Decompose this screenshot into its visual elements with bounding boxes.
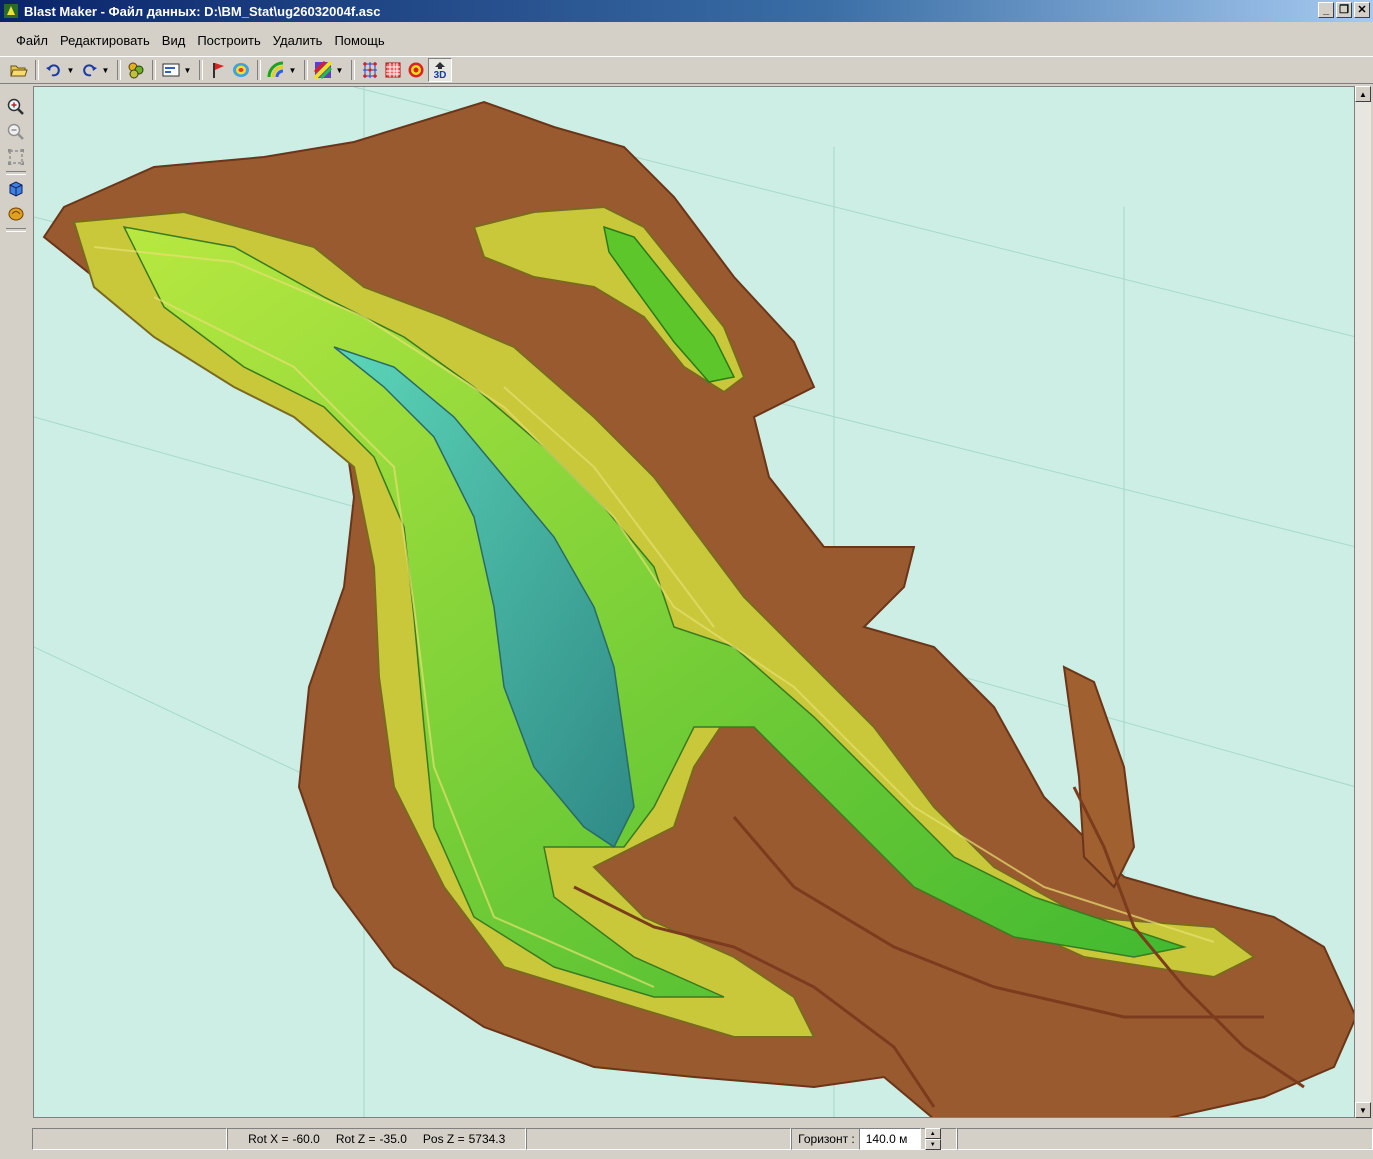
redo-icon — [83, 64, 97, 77]
status-rotation-panel: Rot X = -60.0 Rot Z = -35.0 Pos Z = 5734… — [227, 1128, 527, 1150]
terrain-model — [34, 87, 1354, 1117]
zoom-in-button[interactable] — [5, 96, 27, 118]
color-scheme-button[interactable] — [265, 59, 287, 81]
scroll-up-button[interactable]: ▲ — [1355, 86, 1371, 102]
window-title: Blast Maker - Файл данных: D:\BM_Stat\ug… — [24, 3, 381, 19]
grid-table-button[interactable] — [382, 59, 404, 81]
restore-icon: ❐ — [1339, 3, 1349, 16]
zoom-extent-button[interactable] — [5, 146, 27, 168]
toolbar-separator — [117, 60, 121, 80]
stepper-down-icon[interactable]: ▼ — [924, 1139, 941, 1150]
grid-table-icon — [385, 62, 401, 78]
minimize-icon: _ — [1322, 3, 1330, 16]
toolbar-separator — [35, 60, 39, 80]
status-panel-spacer — [526, 1128, 792, 1150]
horizon-input[interactable]: 140.0 м — [858, 1128, 921, 1150]
undo-button[interactable] — [43, 59, 65, 81]
minimize-button[interactable]: _ — [1318, 2, 1334, 18]
menu-edit[interactable]: Редактировать — [54, 30, 156, 51]
menu-delete[interactable]: Удалить — [267, 30, 329, 51]
view-3d-button[interactable]: 3D — [428, 58, 452, 82]
open-folder-icon — [10, 65, 28, 77]
menu-bar: Файл Редактировать Вид Построить Удалить… — [0, 28, 1373, 52]
side-toolbar-separator — [6, 171, 26, 175]
gradient-icon — [314, 61, 332, 79]
grid-points-icon — [363, 62, 377, 78]
status-panel-right — [956, 1128, 1373, 1150]
gradient-dropdown[interactable]: ▼ — [335, 59, 344, 81]
menu-build[interactable]: Построить — [191, 30, 266, 51]
contour-icon — [233, 63, 249, 77]
status-panel-left — [32, 1128, 228, 1150]
stepper-up-icon[interactable]: ▲ — [924, 1128, 941, 1139]
toolbar-separator — [351, 60, 355, 80]
side-toolbar-separator — [6, 228, 26, 232]
chevron-down-icon: ▼ — [1359, 1105, 1367, 1115]
toolbar-separator — [257, 60, 261, 80]
color-scheme-dropdown[interactable]: ▼ — [288, 59, 297, 81]
rotx-label: Rot X = — [248, 1132, 289, 1146]
undo-dropdown[interactable]: ▼ — [66, 59, 75, 81]
menu-file[interactable]: Файл — [10, 30, 54, 51]
app-icon — [4, 4, 18, 18]
contour-button[interactable] — [230, 59, 252, 81]
title-bar: Blast Maker - Файл данных: D:\BM_Stat\ug… — [0, 0, 1373, 22]
layers-button[interactable] — [125, 59, 147, 81]
display-mode-button[interactable] — [160, 59, 182, 81]
vertical-scrollbar[interactable]: ▲ ▼ — [1355, 86, 1371, 1118]
redo-button[interactable] — [78, 59, 100, 81]
view-cube-icon — [9, 181, 23, 197]
rotx-value: -60.0 — [292, 1132, 320, 1146]
rotz-value: -35.0 — [379, 1132, 407, 1146]
posz-label: Pos Z = — [422, 1132, 465, 1146]
toolbar: ▼ ▼ ▼ ▼ ▼ 3D — [0, 56, 1373, 84]
open-button[interactable] — [8, 59, 30, 81]
rotate-object-icon — [8, 207, 24, 221]
rotate-object-button[interactable] — [5, 203, 27, 225]
horizon-label: Горизонт : — [798, 1132, 855, 1146]
horizon-panel: Горизонт : 140.0 м ▲ ▼ — [791, 1128, 957, 1150]
status-bar: Rot X = -60.0 Rot Z = -35.0 Pos Z = 5734… — [0, 1124, 1373, 1154]
grid-points-button[interactable] — [359, 59, 381, 81]
close-button[interactable]: ✕ — [1354, 2, 1370, 18]
scroll-down-button[interactable]: ▼ — [1355, 1102, 1371, 1118]
rotz-label: Rot Z = — [335, 1132, 376, 1146]
zoom-in-icon — [7, 98, 24, 115]
flag-button[interactable] — [207, 59, 229, 81]
view-cube-button[interactable] — [5, 178, 27, 200]
toolbar-separator — [199, 60, 203, 80]
zoom-extent-icon — [8, 149, 24, 165]
undo-icon — [46, 64, 60, 77]
display-mode-dropdown[interactable]: ▼ — [183, 59, 192, 81]
restore-button[interactable]: ❐ — [1336, 2, 1352, 18]
toolbar-separator — [304, 60, 308, 80]
toolbar-separator — [152, 60, 156, 80]
menu-view[interactable]: Вид — [156, 30, 192, 51]
gradient-button[interactable] — [312, 59, 334, 81]
zoom-out-button[interactable] — [5, 121, 27, 143]
color-scheme-icon — [267, 61, 284, 78]
posz-value: 5734.3 — [468, 1132, 506, 1146]
target-button[interactable] — [405, 59, 427, 81]
redo-dropdown[interactable]: ▼ — [101, 59, 110, 81]
menu-help[interactable]: Помощь — [328, 30, 390, 51]
close-icon: ✕ — [1357, 3, 1367, 16]
display-mode-icon — [162, 63, 180, 77]
target-icon — [408, 62, 424, 78]
horizon-stepper[interactable]: ▲ ▼ — [924, 1128, 941, 1150]
view-3d-label: 3D — [433, 69, 447, 81]
flag-icon — [213, 63, 224, 78]
zoom-out-icon — [7, 123, 24, 140]
3d-viewport[interactable] — [33, 86, 1355, 1118]
side-toolbar — [2, 96, 30, 236]
layers-icon — [128, 62, 144, 79]
chevron-up-icon: ▲ — [1359, 89, 1367, 99]
